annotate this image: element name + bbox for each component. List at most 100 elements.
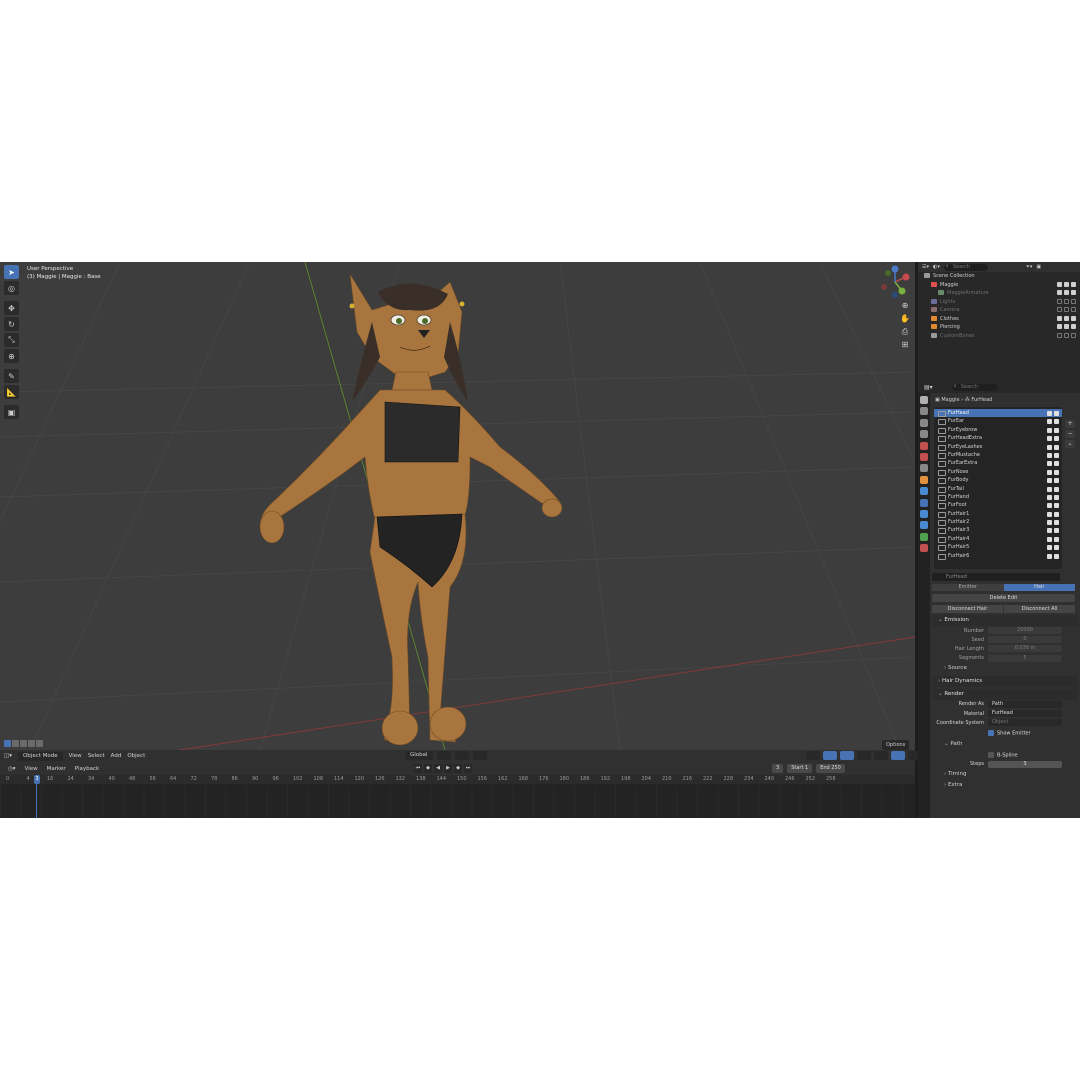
render-display-icon[interactable] [1054,553,1059,559]
xray-icon[interactable] [857,751,871,760]
viewport-display-icon[interactable] [1047,494,1052,500]
render-display-icon[interactable] [1054,511,1059,517]
viewport-display-icon[interactable] [1047,469,1052,475]
measure-tool-icon[interactable]: 📐 [4,385,19,399]
end-frame-field[interactable]: End 250 [816,764,845,773]
render-display-icon[interactable] [1054,411,1059,416]
exclude-checkbox-icon[interactable] [1057,315,1062,321]
eye-icon[interactable] [1064,332,1069,338]
particle-system-item[interactable]: FurHair6 [934,552,1062,561]
render-display-icon[interactable] [1054,452,1059,458]
number-field[interactable]: 20000 [988,627,1062,635]
viewport-display-icon[interactable] [1047,511,1052,517]
disconnect-all-button[interactable]: Disconnect All [1004,605,1075,613]
tab-modifier-icon[interactable] [920,487,928,496]
timeline-editor-icon[interactable]: ◷▾ [8,766,16,772]
start-frame-field[interactable]: Start 1 [787,764,813,773]
render-panel-header[interactable]: Render [932,688,1078,700]
outliner-row[interactable]: Clothes [918,315,1080,324]
play-reverse-icon[interactable]: ◀ [434,764,442,773]
eye-icon[interactable] [1064,298,1069,304]
seed-field[interactable]: 0 [988,636,1062,644]
viewport-display-icon[interactable] [1047,452,1052,458]
render-display-icon[interactable] [1054,494,1059,500]
particle-system-item[interactable]: FurFoot [934,501,1062,510]
tab-object-icon[interactable] [920,475,928,484]
tab-output-icon[interactable] [920,418,928,427]
editor-type-icon[interactable]: ◫▾ [4,753,12,759]
camera-icon[interactable] [1071,290,1076,295]
next-keyframe-icon[interactable]: ◆ [454,764,462,773]
list-menu-button[interactable]: ⌄ [1065,440,1075,448]
exclude-checkbox-icon[interactable] [1057,324,1062,329]
particle-system-list[interactable]: FurHead FurEar FurEyebrow FurHeadExtra FurEy… [934,407,1062,569]
exclude-checkbox-icon[interactable] [1057,307,1062,312]
tab-material-icon[interactable] [920,544,928,553]
exclude-checkbox-icon[interactable] [1057,281,1062,287]
particle-system-item[interactable]: FurNose [934,468,1062,477]
particle-system-item[interactable]: FurBody [934,476,1062,485]
coordinate-system-field[interactable]: Object [988,719,1062,727]
rotate-tool-icon[interactable]: ↻ [4,317,19,331]
emission-panel-header[interactable]: Emission [932,615,1078,626]
overlay-toggle-icon[interactable] [840,751,854,760]
jump-start-icon[interactable]: ⏮ [414,764,422,773]
outliner-row[interactable]: Maggie [918,281,1080,290]
viewport-display-icon[interactable] [1047,427,1052,433]
snap-icon[interactable] [454,751,469,760]
viewport-display-icon[interactable] [1047,461,1052,467]
particle-system-item[interactable]: FurHair1 [934,510,1062,519]
delete-edit-button[interactable]: Delete Edit [932,594,1075,602]
eye-icon[interactable] [1064,290,1069,295]
timeline-menu-playback[interactable]: Playback [75,766,100,772]
gizmo-toggle-icon[interactable] [823,751,837,760]
render-display-icon[interactable] [1054,528,1059,534]
camera-icon[interactable] [1071,324,1076,329]
render-as-dropdown[interactable]: Path [988,700,1062,708]
type-hair-button[interactable]: Hair [1003,584,1075,591]
remove-particle-system-button[interactable]: − [1065,430,1075,438]
path-subpanel[interactable]: Path [932,739,1080,750]
viewport-display-icon[interactable] [1047,411,1052,416]
eye-icon[interactable] [1064,324,1069,329]
particle-system-item[interactable]: FurHead [934,409,1062,418]
camera-icon[interactable] [1071,298,1076,304]
wireframe-shading-icon[interactable] [874,751,888,760]
render-display-icon[interactable] [1054,436,1059,442]
render-display-icon[interactable] [1054,486,1059,492]
new-collection-icon[interactable]: ▣ [1036,264,1041,270]
tab-constraints-icon[interactable] [920,521,928,530]
viewport-display-icon[interactable] [1047,553,1052,559]
pan-hand-icon[interactable]: ✋ [899,313,911,324]
options-button[interactable]: Options [882,740,910,750]
select-mode-intersect-icon[interactable] [36,740,43,747]
material-dropdown[interactable]: FurHead [988,710,1062,718]
tab-scene-icon[interactable] [920,441,928,450]
outliner-row[interactable]: MaggieArmature [918,289,1080,298]
viewport-display-icon[interactable] [1047,444,1052,450]
viewport-display-icon[interactable] [1047,520,1052,526]
tab-view-layer-icon[interactable] [920,430,928,439]
particle-system-item[interactable]: FurEyebrow [934,426,1062,435]
exclude-checkbox-icon[interactable] [1057,298,1062,304]
camera-icon[interactable] [1071,307,1076,312]
particle-system-item[interactable]: FurEar [934,417,1062,426]
particle-system-item[interactable]: FurEyeLashes [934,443,1062,451]
render-display-icon[interactable] [1054,419,1059,425]
render-display-icon[interactable] [1054,503,1059,509]
outliner-row[interactable]: Scene Collection [918,272,1080,281]
select-mode-subtract-icon[interactable] [20,740,27,747]
particle-system-item[interactable]: FurHair3 [934,526,1062,535]
menu-add[interactable]: Add [111,753,122,759]
disconnect-hair-button[interactable]: Disconnect Hair [932,605,1003,613]
bspline-checkbox[interactable]: B-Spline [988,751,1018,758]
viewport-display-icon[interactable] [1047,528,1052,534]
outliner-row[interactable]: Piercing [918,323,1080,332]
particle-system-item[interactable]: FurHand [934,493,1062,502]
tab-world-icon[interactable] [920,452,928,461]
particle-settings-field[interactable]: FurHead [932,573,1060,581]
render-display-icon[interactable] [1054,478,1059,484]
particle-system-item[interactable]: FurHair4 [934,535,1062,544]
particle-system-item[interactable]: FurTail [934,485,1062,493]
hair-dynamics-panel-header[interactable]: Hair Dynamics [932,675,1078,687]
